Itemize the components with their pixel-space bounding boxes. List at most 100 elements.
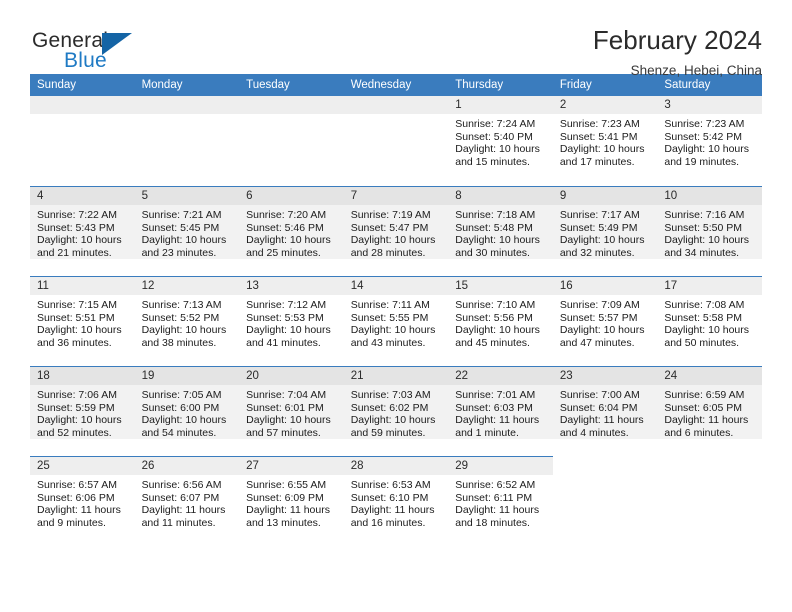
- calendar-day-cell[interactable]: 17 Sunrise: 7:08 AM Sunset: 5:58 PM Dayligh…: [657, 276, 762, 367]
- daylight-duration-line2: and 13 minutes.: [246, 516, 321, 529]
- daylight-duration-line2: and 34 minutes.: [664, 246, 740, 259]
- daylight-duration-line2: and 28 minutes.: [350, 246, 426, 259]
- daylight-duration-line2: and 59 minutes.: [350, 426, 426, 439]
- sunrise-time: Sunrise: 7:17 AM: [559, 209, 640, 221]
- calendar-day-cell[interactable]: 15 Sunrise: 7:10 AM Sunset: 5:56 PM Dayligh…: [448, 276, 553, 367]
- calendar-day-cell[interactable]: 19 Sunrise: 7:05 AM Sunset: 6:00 PM Dayligh…: [134, 366, 240, 457]
- calendar-day-cell-empty: [134, 96, 240, 187]
- sunrise-time: Sunrise: 7:08 AM: [664, 299, 745, 311]
- day-details: Sunrise: 7:23 AM Sunset: 5:42 PM Daylight:…: [657, 114, 762, 168]
- day-details: Sunrise: 6:55 AM Sunset: 6:09 PM Daylight:…: [239, 475, 344, 529]
- calendar-day-cell[interactable]: 8 Sunrise: 7:18 AM Sunset: 5:48 PM Daylight…: [448, 186, 553, 277]
- day-number: 27: [239, 457, 344, 475]
- sunrise-sunset-calendar: Sunday Monday Tuesday Wednesday Thursday…: [30, 74, 762, 547]
- calendar-week-row: 25 Sunrise: 6:57 AM Sunset: 6:06 PM Dayligh…: [30, 456, 762, 547]
- day-number: 17: [657, 277, 762, 295]
- daylight-duration-line2: and 18 minutes.: [455, 516, 530, 529]
- calendar-day-cell[interactable]: 29 Sunrise: 6:52 AM Sunset: 6:11 PM Dayligh…: [448, 456, 553, 547]
- sunrise-time: Sunrise: 7:00 AM: [559, 389, 640, 401]
- day-details: Sunrise: 7:18 AM Sunset: 5:48 PM Daylight:…: [448, 205, 553, 260]
- sunrise-time: Sunrise: 6:57 AM: [37, 479, 117, 491]
- calendar-day-cell[interactable]: 3 Sunrise: 7:23 AM Sunset: 5:42 PM Daylight…: [657, 96, 762, 187]
- calendar-day-cell[interactable]: 5 Sunrise: 7:21 AM Sunset: 5:45 PM Daylight…: [134, 186, 240, 277]
- calendar-day-cell[interactable]: 10 Sunrise: 7:16 AM Sunset: 5:50 PM Dayligh…: [657, 186, 762, 277]
- daylight-duration-line1: Daylight: 10 hours: [559, 143, 645, 156]
- day-number-band: [134, 96, 240, 114]
- calendar-day-cell[interactable]: 16 Sunrise: 7:09 AM Sunset: 5:57 PM Dayligh…: [552, 276, 658, 367]
- daylight-duration-line1: Daylight: 11 hours: [141, 504, 226, 517]
- calendar-day-cell[interactable]: 11 Sunrise: 7:15 AM Sunset: 5:51 PM Dayligh…: [30, 276, 135, 367]
- sunrise-time: Sunrise: 6:56 AM: [141, 479, 222, 491]
- sunrise-time: Sunrise: 7:21 AM: [141, 209, 222, 221]
- daylight-duration-line1: Daylight: 10 hours: [141, 414, 227, 427]
- day-details: Sunrise: 7:22 AM Sunset: 5:43 PM Daylight:…: [30, 205, 135, 260]
- sunrise-time: Sunrise: 7:23 AM: [664, 118, 745, 130]
- calendar-day-cell[interactable]: 28 Sunrise: 6:53 AM Sunset: 6:10 PM Dayligh…: [343, 456, 449, 547]
- sunset-time: Sunset: 5:51 PM: [37, 311, 115, 324]
- calendar-day-cell[interactable]: 13 Sunrise: 7:12 AM Sunset: 5:53 PM Dayligh…: [239, 276, 344, 367]
- calendar-day-cell[interactable]: 27 Sunrise: 6:55 AM Sunset: 6:09 PM Dayligh…: [239, 456, 344, 547]
- day-details: Sunrise: 6:53 AM Sunset: 6:10 PM Daylight:…: [344, 475, 449, 529]
- calendar-day-cell[interactable]: 22 Sunrise: 7:01 AM Sunset: 6:03 PM Dayligh…: [448, 366, 553, 457]
- daylight-duration-line1: Daylight: 10 hours: [350, 234, 436, 247]
- calendar-day-cell[interactable]: 14 Sunrise: 7:11 AM Sunset: 5:55 PM Dayligh…: [343, 276, 449, 367]
- sunset-time: Sunset: 6:02 PM: [350, 401, 429, 414]
- daylight-duration-line2: and 19 minutes.: [664, 155, 740, 168]
- day-number: 20: [239, 367, 344, 385]
- page-subtitle: Shenze, Hebei, China: [630, 62, 762, 78]
- calendar-day-cell-empty: [657, 457, 762, 547]
- daylight-duration-line2: and 41 minutes.: [246, 336, 321, 349]
- sunset-time: Sunset: 5:46 PM: [246, 221, 324, 234]
- daylight-duration-line2: and 47 minutes.: [559, 336, 635, 349]
- sunset-time: Sunset: 5:40 PM: [455, 130, 533, 143]
- calendar-day-cell[interactable]: 18 Sunrise: 7:06 AM Sunset: 5:59 PM Dayligh…: [30, 366, 135, 457]
- empty-cell-filler: [239, 114, 344, 186]
- calendar-day-cell[interactable]: 23 Sunrise: 7:00 AM Sunset: 6:04 PM Dayligh…: [552, 366, 658, 457]
- sunset-time: Sunset: 6:03 PM: [455, 401, 533, 414]
- calendar-day-cell[interactable]: 7 Sunrise: 7:19 AM Sunset: 5:47 PM Daylight…: [343, 186, 449, 277]
- calendar-day-cell[interactable]: 9 Sunrise: 7:17 AM Sunset: 5:49 PM Daylight…: [552, 186, 658, 277]
- general-blue-logo[interactable]: General Blue: [30, 26, 160, 78]
- calendar-day-cell[interactable]: 2 Sunrise: 7:23 AM Sunset: 5:41 PM Daylight…: [552, 96, 658, 187]
- day-number: 10: [657, 187, 762, 205]
- daylight-duration-line1: Daylight: 10 hours: [37, 324, 122, 337]
- day-number: 2: [552, 96, 658, 114]
- sunrise-time: Sunrise: 7:18 AM: [455, 209, 536, 221]
- calendar-week-row: 1 Sunrise: 7:24 AM Sunset: 5:40 PM Daylight…: [30, 96, 762, 187]
- daylight-duration-line1: Daylight: 11 hours: [664, 414, 749, 427]
- sunrise-time: Sunrise: 7:19 AM: [350, 209, 431, 221]
- calendar-day-cell[interactable]: 25 Sunrise: 6:57 AM Sunset: 6:06 PM Dayligh…: [30, 456, 135, 547]
- sunset-time: Sunset: 5:49 PM: [559, 221, 638, 234]
- day-details: Sunrise: 7:10 AM Sunset: 5:56 PM Daylight:…: [448, 295, 553, 349]
- page-title: February 2024: [592, 25, 762, 55]
- daylight-duration-line2: and 52 minutes.: [37, 426, 112, 439]
- calendar-day-cell[interactable]: 1 Sunrise: 7:24 AM Sunset: 5:40 PM Daylight…: [448, 96, 553, 187]
- daylight-duration-line1: Daylight: 11 hours: [455, 504, 540, 517]
- sunset-time: Sunset: 5:56 PM: [455, 311, 533, 324]
- calendar-week-row: 4 Sunrise: 7:22 AM Sunset: 5:43 PM Daylight…: [30, 186, 762, 277]
- calendar-day-cell[interactable]: 21 Sunrise: 7:03 AM Sunset: 6:02 PM Dayligh…: [343, 366, 449, 457]
- sunrise-time: Sunrise: 7:15 AM: [37, 299, 117, 311]
- daylight-duration-line2: and 11 minutes.: [141, 516, 216, 529]
- page-header: General Blue February 2024 Shenze, Hebei…: [30, 0, 762, 78]
- calendar-body: 1 Sunrise: 7:24 AM Sunset: 5:40 PM Daylight…: [30, 96, 762, 547]
- day-number: 1: [448, 96, 553, 114]
- sunset-time: Sunset: 6:00 PM: [141, 401, 220, 414]
- day-number: 26: [134, 457, 240, 475]
- calendar-day-cell[interactable]: 4 Sunrise: 7:22 AM Sunset: 5:43 PM Daylight…: [30, 186, 135, 277]
- daylight-duration-line2: and 50 minutes.: [664, 336, 740, 349]
- daylight-duration-line1: Daylight: 10 hours: [455, 143, 540, 156]
- calendar-day-cell-empty: [343, 96, 449, 187]
- daylight-duration-line2: and 38 minutes.: [141, 336, 217, 349]
- sunrise-time: Sunrise: 7:06 AM: [37, 389, 117, 401]
- sunset-time: Sunset: 5:57 PM: [559, 311, 638, 324]
- calendar-day-cell[interactable]: 12 Sunrise: 7:13 AM Sunset: 5:52 PM Dayligh…: [134, 276, 240, 367]
- daylight-duration-line2: and 1 minute.: [455, 426, 519, 439]
- calendar-day-cell[interactable]: 20 Sunrise: 7:04 AM Sunset: 6:01 PM Dayligh…: [239, 366, 344, 457]
- weekday-header-tuesday: Tuesday: [239, 74, 344, 96]
- day-details: Sunrise: 6:59 AM Sunset: 6:05 PM Daylight:…: [657, 385, 762, 440]
- calendar-day-cell[interactable]: 6 Sunrise: 7:20 AM Sunset: 5:46 PM Daylight…: [239, 186, 344, 277]
- calendar-day-cell[interactable]: 26 Sunrise: 6:56 AM Sunset: 6:07 PM Dayligh…: [134, 456, 240, 547]
- calendar-day-cell[interactable]: 24 Sunrise: 6:59 AM Sunset: 6:05 PM Dayligh…: [657, 366, 762, 457]
- day-number: 23: [552, 367, 658, 385]
